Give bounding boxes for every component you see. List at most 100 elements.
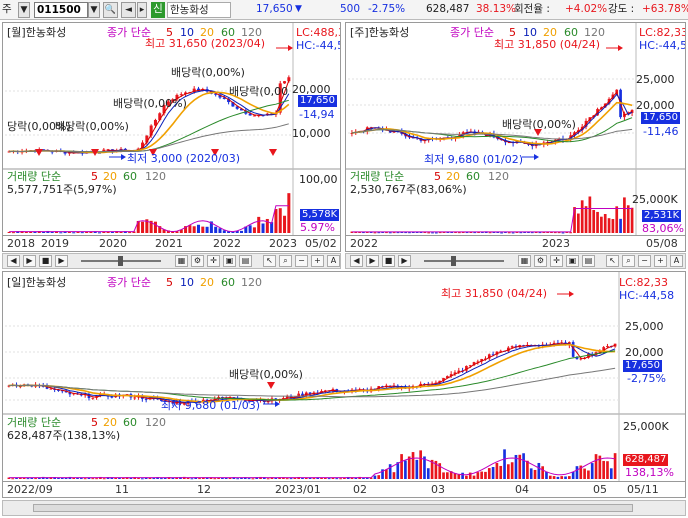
volume-bar (561, 232, 565, 234)
volume-bar (588, 196, 592, 233)
volume-bar (72, 232, 76, 234)
volume-bar (584, 206, 588, 233)
grid-icon[interactable]: ▦ (175, 255, 188, 267)
weekly-vol-ma60: 60 (466, 170, 480, 183)
volume-bar (594, 454, 598, 479)
stop-button[interactable]: ■ (382, 255, 395, 267)
x-tick: 05/11 (627, 483, 659, 496)
volume-bar (98, 232, 102, 234)
x-tick: 2022 (213, 237, 241, 250)
monthly-chart-panel[interactable]: [월]한농화성 종가 단순 5 10 20 60 120 LC:488,3 HC… (2, 22, 341, 252)
daily-vol-axis: 25,000K (623, 420, 669, 433)
volume-bar (392, 472, 396, 479)
volume-bar (541, 466, 544, 479)
next-button[interactable]: ▶ (55, 255, 68, 267)
gear-icon[interactable]: ⚙ (191, 255, 204, 267)
zoom-in-button[interactable]: + (654, 255, 667, 267)
volume-bar (623, 197, 626, 233)
play-button[interactable]: ▶ (366, 255, 379, 267)
weekly-vol-amount: 2,530,767주(83,06%) (350, 183, 467, 196)
volume-bar (285, 478, 289, 480)
search-zoom-icon[interactable]: ⌕ (622, 255, 635, 267)
weekly-low-label: 최저 9,680 (01/02) (424, 153, 524, 166)
volume-bar (312, 478, 316, 480)
volume-bar (590, 463, 594, 479)
volume-bar (630, 207, 634, 233)
daily-chart-canvas[interactable] (3, 272, 686, 498)
candle-body (283, 81, 287, 84)
candle-body (144, 398, 148, 400)
volume-bar (575, 466, 579, 479)
daily-lc: LC:82,33 (619, 276, 669, 289)
layout-icon[interactable]: ▤ (239, 255, 252, 267)
volume-bar (571, 471, 575, 479)
play-button[interactable]: ▶ (23, 255, 36, 267)
arrow-head (288, 45, 293, 51)
weekly-chart-canvas[interactable] (346, 23, 686, 252)
monthly-chart-canvas[interactable] (3, 23, 341, 252)
volume-bar (626, 205, 630, 233)
weekly-chart-panel[interactable]: [주]한농화성 종가 단순 5 10 20 60 120 LC:82,33 HC… (345, 22, 686, 252)
pointer-icon[interactable]: ↖ (263, 255, 276, 267)
layout-icon[interactable]: ▤ (582, 255, 595, 267)
x-tick: 2023 (269, 237, 297, 250)
zoom-out-button[interactable]: − (295, 255, 308, 267)
monthly-vol-ma60: 60 (123, 170, 137, 183)
chevron-down-icon[interactable]: ▼ (18, 2, 30, 18)
volume-bar (57, 477, 60, 479)
stop-button[interactable]: ■ (39, 255, 52, 267)
monthly-x-axis: 2018 2019 2020 2021 2022 2023 05/02 (3, 235, 340, 251)
volume-bar (278, 208, 282, 233)
prev-button[interactable]: ◀ (7, 255, 20, 267)
zoom-slider[interactable] (424, 260, 504, 262)
volume-bar (419, 450, 422, 479)
text-tool-button[interactable]: A (670, 255, 683, 267)
daily-chart-panel[interactable]: [일]한농화성 종가 단순 5 10 20 60 120 LC:82,33 HC… (2, 271, 686, 498)
camera-icon[interactable]: ▣ (566, 255, 579, 267)
grid-icon[interactable]: ▦ (518, 255, 531, 267)
camera-icon[interactable]: ▣ (223, 255, 236, 267)
daily-div-label: 배당락(0,00%) (229, 368, 303, 381)
scroll-track[interactable] (33, 504, 633, 512)
gear-icon[interactable]: ⚙ (534, 255, 547, 267)
volume-bar (400, 454, 403, 479)
zoom-out-button[interactable]: − (638, 255, 651, 267)
code-dropdown-icon[interactable]: ▼ (88, 2, 100, 18)
zoom-in-button[interactable]: + (311, 255, 324, 267)
speaker-icon[interactable]: ◄ (121, 2, 136, 18)
stock-code-input[interactable]: 011500 (34, 2, 88, 18)
candle-body (510, 346, 514, 348)
candle-body (252, 115, 256, 117)
slider-handle[interactable] (118, 256, 123, 266)
weekly-lc: LC:82,33 (639, 26, 686, 39)
volume-bar (511, 232, 515, 234)
strength-label: 강도 : (608, 3, 635, 15)
volume-bar (34, 478, 37, 480)
pointer-icon[interactable]: ↖ (606, 255, 619, 267)
volume-bar (560, 476, 564, 479)
slider-handle[interactable] (451, 256, 456, 266)
prev-stock-icon[interactable]: ▸ (137, 2, 147, 18)
volume-bar (60, 477, 64, 479)
volume-bar (67, 232, 71, 234)
search-zoom-icon[interactable]: ⌕ (279, 255, 292, 267)
weekly-axis-25000: 25,000 (636, 73, 675, 86)
next-button[interactable]: ▶ (398, 255, 411, 267)
weekly-vol-title: 거래량 단순 (350, 170, 405, 183)
volume-bar (606, 461, 609, 479)
crosshair-icon[interactable]: ✛ (207, 255, 220, 267)
weekly-hc: HC:-44,5 (639, 39, 686, 52)
daily-legend-ma20: 20 (200, 276, 214, 289)
volume-bar (198, 478, 201, 480)
prev-button[interactable]: ◀ (350, 255, 363, 267)
text-tool-button[interactable]: A (327, 255, 340, 267)
search-icon[interactable]: 🔍 (103, 2, 118, 18)
turnover-label: 회전율 : (514, 3, 550, 15)
menu-label[interactable]: 주 (2, 2, 12, 18)
crosshair-icon[interactable]: ✛ (550, 255, 563, 267)
ma-line-120 (8, 367, 616, 398)
volume-bar (427, 232, 431, 234)
strength-value: +63.78% (642, 3, 688, 15)
bottom-scrollbar[interactable] (2, 500, 686, 516)
stock-name[interactable]: 한농화성 (167, 2, 231, 18)
